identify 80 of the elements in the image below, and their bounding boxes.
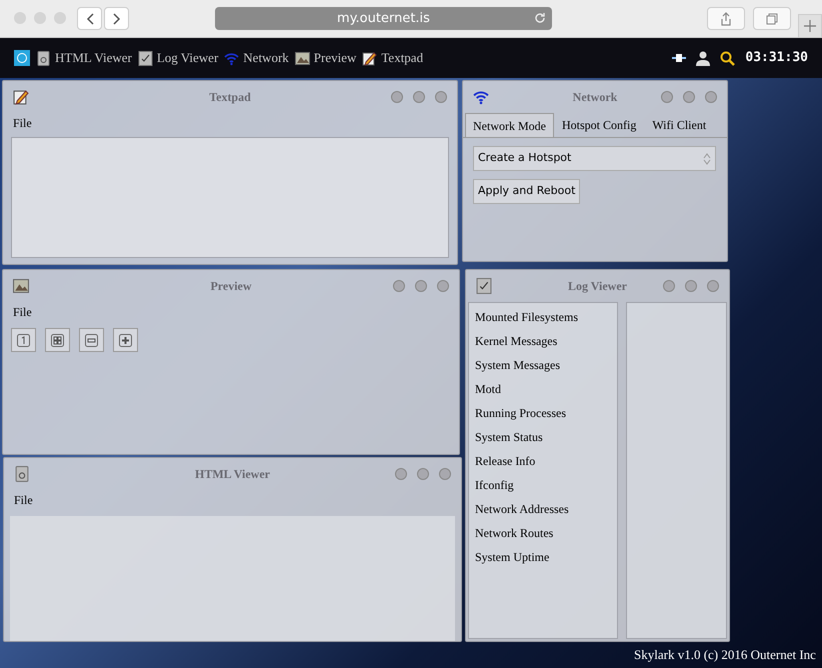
- taskbar-app[interactable]: Network: [224, 48, 289, 68]
- taskbar-app[interactable]: Log Viewer: [138, 48, 218, 68]
- window-control[interactable]: [54, 12, 66, 24]
- window-control[interactable]: [413, 91, 425, 103]
- wifi-icon: [224, 50, 240, 66]
- log-list-item[interactable]: Mounted Filesystems: [469, 305, 617, 329]
- text-area[interactable]: [11, 137, 449, 258]
- toolbar-button[interactable]: [11, 328, 36, 352]
- version-text: Skylark v1.0 (c) 2016 Outernet Inc: [634, 646, 816, 664]
- window-title: HTML Viewer: [195, 466, 270, 483]
- log-list-item[interactable]: Release Info: [469, 449, 617, 473]
- window-control[interactable]: [14, 12, 26, 24]
- window-control[interactable]: [663, 280, 675, 292]
- plus-icon: [804, 20, 816, 32]
- toolbar-button[interactable]: [79, 328, 104, 352]
- toolbar-button[interactable]: [45, 328, 70, 352]
- tab[interactable]: Network Mode: [465, 113, 554, 137]
- window-control[interactable]: [437, 280, 449, 292]
- clock: 03:31:30: [745, 49, 808, 68]
- minus-icon: [85, 334, 98, 346]
- window-control[interactable]: [415, 280, 427, 292]
- updown-caret-icon: [703, 152, 711, 164]
- window-control[interactable]: [707, 280, 719, 292]
- window-title: Network: [572, 89, 618, 106]
- tabs-icon: [766, 12, 778, 24]
- pencil-pad-icon: [362, 50, 378, 66]
- window-control[interactable]: [391, 91, 403, 103]
- window-control[interactable]: [395, 468, 407, 480]
- share-icon: [720, 12, 732, 26]
- taskbar-app[interactable]: Textpad: [362, 48, 424, 68]
- taskbar-app[interactable]: HTML Viewer: [36, 48, 132, 68]
- window-title: Textpad: [209, 89, 251, 106]
- menu-item[interactable]: File: [13, 303, 32, 321]
- dropdown[interactable]: Create a Hotspot: [473, 146, 716, 171]
- grid-icon: [51, 334, 64, 346]
- tabs-button[interactable]: [753, 7, 791, 30]
- url-text: my.outernet.is: [337, 10, 430, 28]
- apply-button[interactable]: Apply and Reboot: [473, 179, 580, 204]
- plus-icon: [119, 334, 132, 346]
- satellite-icon[interactable]: [672, 52, 686, 64]
- log-list-item[interactable]: System Status: [469, 425, 617, 449]
- log-list-item[interactable]: Ifconfig: [469, 473, 617, 497]
- window-title: Preview: [210, 278, 252, 295]
- log-list-item[interactable]: Network Addresses: [469, 497, 617, 521]
- window-control[interactable]: [34, 12, 46, 24]
- window-control[interactable]: [417, 468, 429, 480]
- window-control[interactable]: [661, 91, 673, 103]
- search-icon[interactable]: [720, 50, 736, 66]
- launcher-icon[interactable]: [14, 50, 30, 66]
- menu-item[interactable]: File: [14, 491, 33, 509]
- picture-icon: [294, 50, 310, 66]
- picture-icon: [13, 278, 29, 294]
- reload-icon[interactable]: [534, 12, 546, 24]
- log-list-item[interactable]: Running Processes: [469, 401, 617, 425]
- window-title: Log Viewer: [568, 278, 627, 295]
- tab[interactable]: Hotspot Config: [554, 113, 644, 137]
- toolbar-button[interactable]: [113, 328, 138, 352]
- window-control[interactable]: [683, 91, 695, 103]
- window-control[interactable]: [705, 91, 717, 103]
- menu-item[interactable]: File: [13, 114, 32, 132]
- wifi-icon: [473, 89, 489, 105]
- window-control[interactable]: [435, 91, 447, 103]
- back-button[interactable]: [77, 7, 102, 30]
- log-list-item[interactable]: Network Routes: [469, 521, 617, 545]
- new-tab-button[interactable]: [798, 14, 822, 38]
- forward-button[interactable]: [104, 7, 129, 30]
- log-list-item[interactable]: Motd: [469, 377, 617, 401]
- share-button[interactable]: [707, 7, 745, 30]
- window-control[interactable]: [685, 280, 697, 292]
- log-list-item[interactable]: System Uptime: [469, 545, 617, 569]
- notepad-icon: [138, 50, 153, 66]
- user-icon[interactable]: [696, 50, 710, 66]
- log-list-item[interactable]: System Messages: [469, 353, 617, 377]
- taskbar-app[interactable]: Preview: [294, 48, 356, 68]
- notepad-icon: [476, 278, 492, 294]
- pencil-pad-icon: [13, 89, 29, 105]
- log-list-item[interactable]: Kernel Messages: [469, 329, 617, 353]
- tab[interactable]: Wifi Client: [644, 113, 714, 137]
- window-control[interactable]: [393, 280, 405, 292]
- window-control[interactable]: [439, 468, 451, 480]
